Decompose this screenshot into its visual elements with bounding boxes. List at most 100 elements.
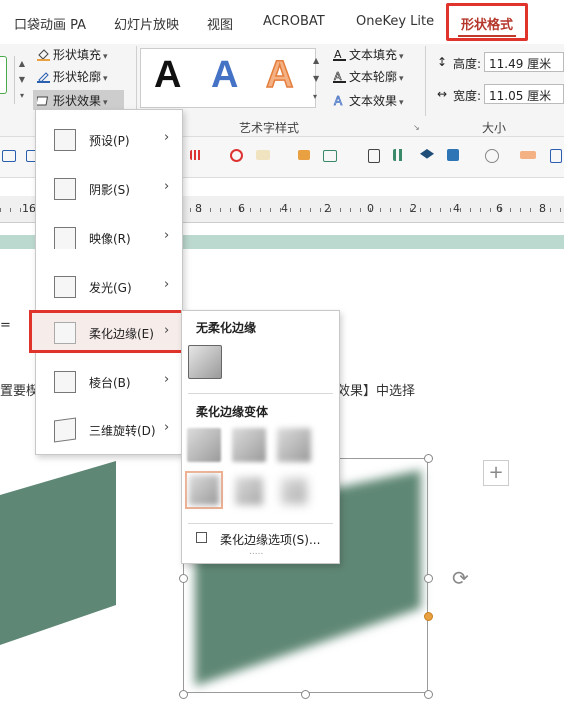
- chevron-right-icon: ›: [164, 372, 170, 387]
- menu-divider: [188, 523, 333, 524]
- layers-stack-icon[interactable]: [485, 149, 499, 163]
- shape-fill-button[interactable]: 形状填充 ▾: [37, 46, 108, 63]
- share-icon[interactable]: [323, 150, 337, 162]
- shapes-icon[interactable]: [298, 150, 310, 160]
- menu-item-shadow[interactable]: 阴影(S) ›: [36, 166, 182, 212]
- wordart-style-black[interactable]: A: [154, 56, 181, 94]
- tab-slideshow[interactable]: 幻灯片放映: [114, 14, 179, 33]
- shape-style-gallery-edge[interactable]: [0, 56, 7, 94]
- chevron-right-icon: ›: [164, 130, 170, 145]
- shape-outline-button[interactable]: 形状轮廓 ▾: [37, 68, 108, 85]
- wordart-group-label: 艺术字样式: [239, 121, 300, 135]
- document-icon[interactable]: [550, 149, 562, 163]
- active-tab-underline: [458, 35, 516, 37]
- ruler-number: 8: [195, 202, 202, 215]
- height-label: 高度:: [453, 57, 482, 71]
- adjust-handle[interactable]: [424, 612, 433, 621]
- soft-edge-variant-4[interactable]: [189, 475, 219, 505]
- slide-text-left: 置要楔: [0, 384, 40, 399]
- text-effect-button[interactable]: A 文本效果 ▾: [333, 92, 404, 109]
- text-fill-button[interactable]: A 文本填充 ▾: [333, 46, 404, 63]
- chevron-right-icon: ›: [164, 179, 170, 194]
- preset-icon: [54, 129, 76, 151]
- reflection-icon: [54, 227, 76, 249]
- menu-item-bevel[interactable]: 棱台(B) ›: [36, 359, 182, 405]
- svg-text:A: A: [334, 94, 343, 107]
- tab-shape-format[interactable]: 形状格式: [461, 14, 513, 33]
- ruler-number: 2: [410, 202, 417, 215]
- menu-label: 发光(G): [89, 281, 132, 295]
- no-soft-edges-heading: 无柔化边缘: [196, 321, 257, 335]
- chevron-right-icon: ›: [164, 420, 170, 435]
- resize-handle[interactable]: [424, 690, 433, 699]
- chevron-right-icon: ›: [164, 277, 170, 292]
- slide-text-edge: =: [0, 318, 11, 333]
- ruler-number: 4: [453, 202, 460, 215]
- menu-label: 三维旋转(D): [89, 424, 156, 438]
- brush-icon[interactable]: [520, 151, 536, 159]
- size-group-label: 大小: [482, 121, 507, 135]
- resize-handle[interactable]: [424, 454, 433, 463]
- chevron-right-icon: ›: [164, 228, 170, 243]
- ruler-number: 8: [539, 202, 546, 215]
- menu-label: 柔化边缘(E): [89, 327, 154, 341]
- shape-effect-icon: [35, 94, 50, 107]
- tab-acrobat[interactable]: ACROBAT: [263, 14, 325, 29]
- tab-view[interactable]: 视图: [207, 14, 233, 33]
- columns-icon[interactable]: [393, 149, 405, 161]
- ruler-number: 6: [238, 202, 245, 215]
- width-input[interactable]: 11.05 厘米: [484, 84, 564, 104]
- soft-edges-options-icon: [196, 532, 207, 543]
- menu-label: 阴影(S): [89, 183, 130, 197]
- soft-edge-variant-6[interactable]: [281, 478, 307, 504]
- copy-icon[interactable]: [368, 149, 380, 163]
- soft-edge-variants-heading: 柔化边缘变体: [196, 405, 269, 419]
- tab-onekey-lite[interactable]: OneKey Lite: [356, 14, 434, 29]
- menu-divider: [188, 393, 333, 394]
- wordart-dialog-launcher[interactable]: ↘: [413, 123, 420, 132]
- text-outline-button[interactable]: A 文本轮廓 ▾: [333, 68, 404, 85]
- 3d-rotation-icon: [54, 417, 76, 443]
- ruler-number: 4: [281, 202, 288, 215]
- resize-handle[interactable]: [301, 690, 310, 699]
- resize-handle[interactable]: [179, 574, 188, 583]
- no-soft-edges-option[interactable]: [188, 345, 222, 379]
- menu-label: 预设(P): [89, 134, 130, 148]
- soft-edges-icon: [54, 322, 76, 344]
- menu-item-reflection[interactable]: 映像(R) ›: [36, 215, 182, 261]
- shape-effect-button[interactable]: 形状效果 ▾: [35, 92, 108, 109]
- wordart-style-orange[interactable]: A: [265, 55, 294, 95]
- width-label: 宽度:: [453, 89, 482, 103]
- soft-edge-variant-5[interactable]: [235, 477, 263, 505]
- resize-grip[interactable]: .....: [249, 547, 263, 557]
- ribbon-tabs: 口袋动画 PA 幻灯片放映 视图 ACROBAT OneKey Lite 形状格…: [0, 0, 564, 44]
- rotate-handle-icon[interactable]: ⟳: [452, 566, 469, 590]
- green-parallelogram-left[interactable]: [0, 455, 120, 655]
- resize-handle[interactable]: [179, 690, 188, 699]
- resize-handle[interactable]: [424, 574, 433, 583]
- soft-edge-variant-3[interactable]: [277, 428, 311, 462]
- height-input[interactable]: 11.49 厘米: [484, 52, 564, 72]
- text-ax-icon[interactable]: [256, 150, 270, 160]
- ruler-number: 6: [496, 202, 503, 215]
- soft-edges-options-item[interactable]: 柔化边缘选项(S)...: [220, 531, 320, 548]
- soft-edges-submenu: 无柔化边缘 柔化边缘变体 柔化边缘选项(S)... .....: [181, 310, 340, 564]
- tab-pocket-animation[interactable]: 口袋动画 PA: [14, 14, 86, 33]
- menu-item-preset[interactable]: 预设(P) ›: [36, 117, 182, 163]
- ruler-number: 16: [22, 202, 36, 215]
- menu-item-soft-edges[interactable]: 柔化边缘(E) ›: [36, 310, 182, 356]
- grid-icon[interactable]: [190, 150, 202, 160]
- wordart-style-blue[interactable]: A: [211, 56, 238, 94]
- menu-item-3d-rotation[interactable]: 三维旋转(D) ›: [36, 407, 182, 453]
- soft-edge-variant-2[interactable]: [232, 428, 266, 462]
- cube-icon[interactable]: [447, 149, 459, 161]
- bevel-icon: [54, 371, 76, 393]
- layout-options-icon[interactable]: +: [483, 460, 509, 486]
- select-icon[interactable]: [2, 150, 16, 162]
- merge-shapes-icon[interactable]: [230, 149, 243, 162]
- menu-item-glow[interactable]: 发光(G) ›: [36, 264, 182, 310]
- gallery-scroll[interactable]: ▲ ▼ ▾: [14, 56, 29, 104]
- ruler-number: 0: [367, 202, 374, 215]
- wordart-gallery-scroll[interactable]: ▲ ▼ ▾: [313, 52, 319, 106]
- soft-edge-variant-1[interactable]: [187, 428, 221, 462]
